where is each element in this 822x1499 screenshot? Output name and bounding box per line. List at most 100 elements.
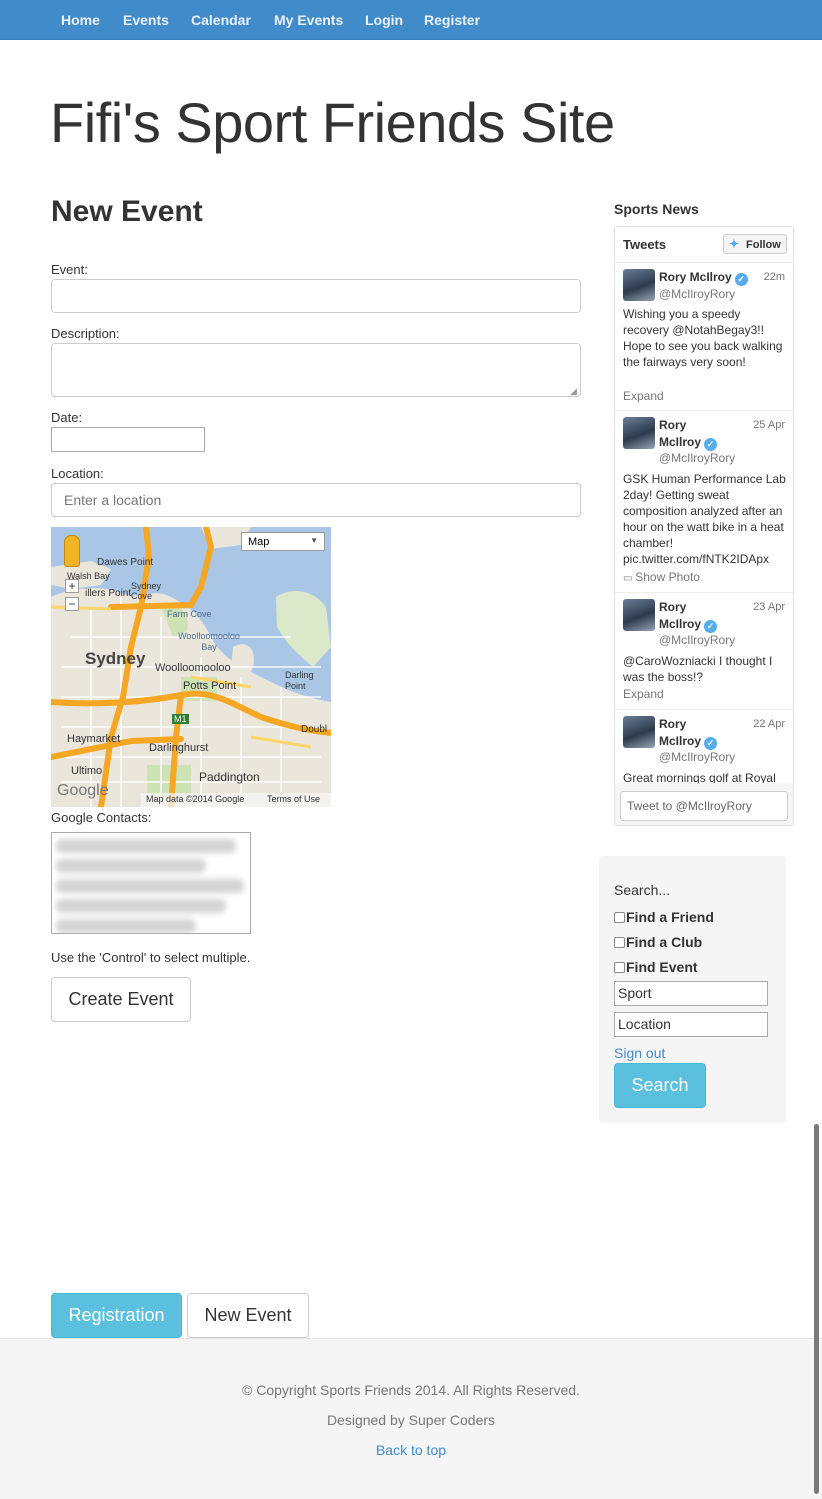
search-location-input[interactable]: Location [614, 1012, 768, 1037]
create-event-button[interactable]: Create Event [51, 977, 191, 1022]
nav-register[interactable]: Register [424, 12, 480, 28]
tweet-time[interactable]: 23 Apr [753, 601, 785, 613]
tweet-expand-link[interactable]: Expand [623, 389, 664, 403]
avatar[interactable] [623, 599, 655, 631]
checkbox-icon[interactable] [614, 912, 625, 923]
nav-login[interactable]: Login [365, 12, 403, 28]
google-logo: Google [57, 782, 109, 799]
tweet-compose-input[interactable]: Tweet to @McIlroyRory [620, 791, 788, 821]
avatar[interactable] [623, 417, 655, 449]
map-label-woolloomooloo: Woolloomooloo [155, 662, 231, 674]
tweet-time[interactable]: 22m [764, 271, 785, 283]
multiselect-hint: Use the 'Control' to select multiple. [51, 950, 251, 965]
back-to-top-link[interactable]: Back to top [0, 1442, 822, 1458]
tweets-title: Tweets [623, 237, 667, 252]
tweet-author[interactable]: Rory McIlroy ✓ [659, 599, 719, 633]
tweet-author[interactable]: Rory McIlroy ✓ [659, 269, 749, 286]
map-label-paddington: Paddington [199, 770, 260, 784]
map-label-darling-point: Darling Point [285, 670, 314, 691]
page-heading: New Event [51, 195, 203, 228]
tweet-handle[interactable]: @McIlroyRory [659, 750, 735, 764]
tweet-author-name: Rory McIlroy [659, 717, 702, 748]
find-friend-checkbox[interactable]: Find a Friend [614, 909, 714, 925]
sports-news-title: Sports News [614, 201, 699, 217]
verified-icon: ✓ [734, 273, 748, 286]
find-event-checkbox[interactable]: Find Event [614, 959, 698, 975]
tweet-text: GSK Human Performance Lab 2day! Getting … [623, 472, 786, 566]
map-type-select[interactable]: Map ▼ [241, 532, 325, 551]
tweet-author[interactable]: Rory McIlroy ✓ [659, 417, 719, 451]
tweet-item[interactable]: Rory McIlroy ✓ @McIlroyRory 22m Wishing y… [615, 263, 793, 411]
avatar[interactable] [623, 716, 655, 748]
date-input[interactable] [51, 427, 205, 452]
twitter-bird-icon: ✦ [729, 237, 740, 251]
map-type-label: Map [248, 536, 270, 548]
nav-calendar[interactable]: Calendar [191, 12, 251, 28]
twitter-footer: Tweet to @McIlroyRory [615, 783, 793, 825]
sign-out-link[interactable]: Sign out [614, 1045, 665, 1061]
nav-my-events[interactable]: My Events [274, 12, 343, 28]
tweet-handle[interactable]: @McIlroyRory [659, 451, 735, 465]
contacts-multiselect[interactable] [51, 832, 251, 934]
tweet-author[interactable]: Rory McIlroy ✓ [659, 716, 719, 750]
follow-label: Follow [746, 239, 781, 251]
map-label-sydney-cove: Sydney Cove [131, 581, 162, 601]
tweet-item[interactable]: Rory McIlroy ✓ @McIlroyRory 25 Apr GSK Hu… [615, 411, 793, 593]
description-textarea[interactable] [51, 343, 581, 397]
map-label-potts-point: Potts Point [183, 680, 237, 692]
new-event-button[interactable]: New Event [187, 1293, 309, 1338]
tweet-item[interactable]: Rory McIlroy ✓ @McIlroyRory 23 Apr @CaroW… [615, 593, 793, 710]
copyright-text: © Copyright Sports Friends 2014. All Rig… [242, 1382, 580, 1398]
map-data-text: Map data ©2014 Google [146, 794, 245, 804]
search-panel: Search... Find a Friend Find a Club Find… [599, 856, 786, 1123]
nav-events[interactable]: Events [123, 12, 169, 28]
tweet-time[interactable]: 22 Apr [753, 718, 785, 730]
show-photo-label: Show Photo [635, 570, 700, 584]
twitter-timeline-widget: Tweets ✦ Follow Rory McIlroy ✓ @McIlroyRo… [614, 226, 794, 826]
zoom-in-button[interactable]: + [65, 579, 79, 593]
top-navbar: Home Events Calendar My Events Login Reg… [0, 0, 822, 40]
registration-button[interactable]: Registration [51, 1293, 182, 1338]
event-input[interactable] [51, 279, 581, 313]
map-label-m1: M1 [172, 714, 189, 724]
contacts-label: Google Contacts: [51, 810, 152, 825]
tweet-author-name: Rory McIlroy [659, 600, 702, 631]
search-label: Search... [614, 882, 671, 898]
zoom-out-button[interactable]: − [65, 597, 79, 611]
verified-icon: ✓ [704, 438, 718, 451]
tweet-item[interactable]: Rory McIlroy ✓ @McIlroyRory 22 Apr Great … [615, 710, 793, 783]
search-button[interactable]: Search [614, 1063, 706, 1108]
find-event-label: Find Event [626, 959, 698, 975]
follow-button[interactable]: ✦ Follow [723, 234, 787, 254]
event-label: Event: [51, 262, 88, 277]
find-club-checkbox[interactable]: Find a Club [614, 934, 702, 950]
find-club-label: Find a Club [626, 934, 703, 950]
textarea-resize-handle[interactable]: ◢ [570, 386, 577, 397]
tweet-stream[interactable]: Rory McIlroy ✓ @McIlroyRory 22m Wishing y… [615, 263, 793, 783]
verified-icon: ✓ [704, 620, 718, 633]
twitter-header: Tweets ✦ Follow [615, 227, 793, 263]
tweet-expand-link[interactable]: Expand [623, 687, 664, 701]
avatar[interactable] [623, 269, 655, 301]
chevron-down-icon: ▼ [310, 536, 318, 545]
description-label: Description: [51, 326, 120, 341]
map-label-ultimo: Ultimo [71, 765, 103, 777]
map-label-haymarket: Haymarket [67, 733, 121, 745]
map-label-walsh-bay: Walsh Bay [67, 571, 110, 581]
page-scrollbar[interactable] [814, 1124, 819, 1494]
sport-input[interactable]: Sport [614, 981, 768, 1006]
date-label: Date: [51, 410, 83, 425]
pegman-icon[interactable] [64, 535, 80, 567]
checkbox-icon[interactable] [614, 937, 625, 948]
tweet-time[interactable]: 25 Apr [753, 419, 785, 431]
location-input[interactable] [51, 483, 581, 517]
show-photo-link[interactable]: ▭ Show Photo [623, 570, 700, 584]
checkbox-icon[interactable] [614, 962, 625, 973]
tweet-handle[interactable]: @McIlroyRory [659, 633, 735, 647]
terms-of-use-link[interactable]: Terms of Use [267, 794, 320, 804]
nav-home[interactable]: Home [61, 12, 100, 28]
google-map[interactable]: + − Map ▼ Dawes Point Walsh Bay Sydney C… [51, 527, 331, 807]
photo-icon: ▭ [623, 573, 636, 584]
tweet-handle[interactable]: @McIlroyRory [659, 287, 735, 301]
map-label-double-bay: Doubl [301, 724, 328, 735]
